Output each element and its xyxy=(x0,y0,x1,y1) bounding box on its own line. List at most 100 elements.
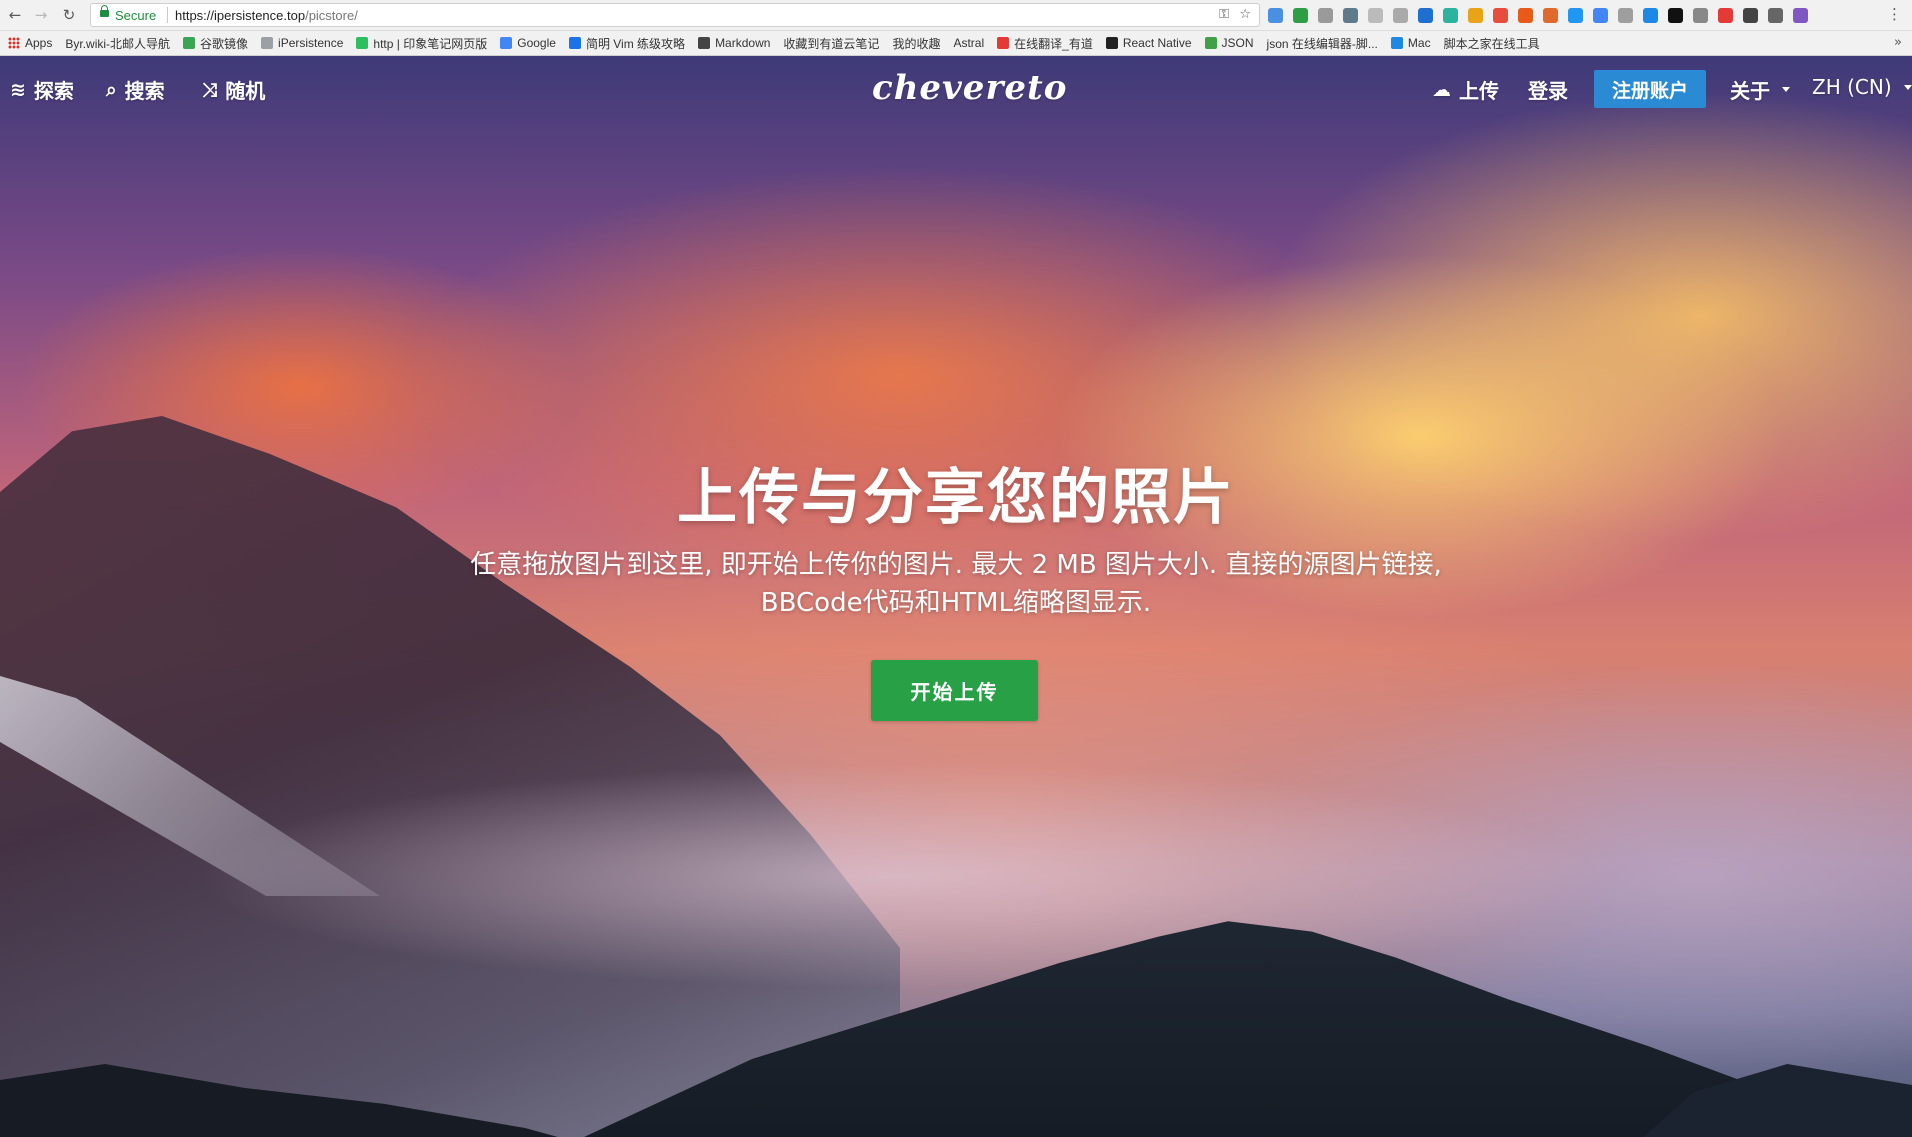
extension-icon[interactable] xyxy=(1618,7,1633,23)
extension-icon[interactable] xyxy=(1493,7,1508,23)
bookmark-label: Mac xyxy=(1407,36,1431,50)
bookmark-label: Apps xyxy=(25,36,53,50)
bookmark-item[interactable]: 简明 Vim 练级攻略 xyxy=(568,35,685,52)
evernote-icon xyxy=(356,37,369,49)
nav-upload[interactable]: ☁ 上传 xyxy=(1432,75,1499,104)
youdao-icon xyxy=(997,37,1010,49)
chevron-down-icon xyxy=(1782,87,1790,92)
extensions-strip xyxy=(1268,6,1868,24)
layers-icon: ≋ xyxy=(10,78,26,101)
react-icon xyxy=(1105,37,1118,49)
extension-icon[interactable] xyxy=(1793,7,1808,23)
bookmark-star-icon[interactable]: ☆ xyxy=(1239,7,1251,22)
book-icon xyxy=(698,37,711,49)
hero-description: 任意拖放图片到这里, 即开始上传你的图片. 最大 2 MB 图片大小. 直接的源… xyxy=(470,550,1442,618)
bookmark-label: 谷歌镜像 xyxy=(200,36,249,51)
extension-icon[interactable] xyxy=(1318,7,1333,23)
hero-title: 上传与分享您的照片 xyxy=(677,463,1235,533)
extension-icon[interactable] xyxy=(1468,7,1483,23)
bookmark-label: http | 印象笔记网页版 xyxy=(373,36,488,51)
start-upload-button[interactable]: 开始上传 xyxy=(871,660,1038,721)
json-icon xyxy=(1204,37,1217,49)
nav-login-label: 登录 xyxy=(1528,79,1568,103)
bookmark-item[interactable]: Apps xyxy=(8,36,52,50)
bookmark-label: Markdown xyxy=(715,36,771,50)
bookmark-item[interactable]: Mac xyxy=(1390,36,1431,50)
secure-label: Secure xyxy=(115,8,157,23)
language-label: ZH (CN) xyxy=(1812,75,1892,99)
bookmark-item[interactable]: 我的收趣 xyxy=(892,35,940,52)
bookmark-item[interactable]: 在线翻译_有道 xyxy=(997,35,1093,52)
bookmark-item[interactable]: iPersistence xyxy=(261,36,343,50)
shuffle-icon: ⤨ xyxy=(202,78,218,101)
url-text[interactable]: https://ipersistence.top/picstore/ xyxy=(175,8,358,23)
nav-explore[interactable]: ≋ 探索 xyxy=(10,75,74,104)
cloud-upload-icon: ☁ xyxy=(1432,78,1451,101)
extension-icon[interactable] xyxy=(1693,7,1708,23)
url-path: /picstore/ xyxy=(305,8,358,23)
bookmark-item[interactable]: JSON xyxy=(1204,36,1254,50)
nav-random-label: 随机 xyxy=(225,79,266,103)
site-top-bar: ≋ 探索 ⌕ 搜索 ⤨ 随机 chevereto ☁ 上传 登录 注册账户 关于… xyxy=(0,56,1912,122)
apps-grid-icon xyxy=(8,37,20,49)
bookmark-item[interactable]: json 在线编辑器-脚... xyxy=(1267,35,1378,52)
nav-explore-label: 探索 xyxy=(33,79,74,103)
extension-icon[interactable] xyxy=(1393,7,1408,23)
extension-icon[interactable] xyxy=(1768,7,1783,23)
extension-icon[interactable] xyxy=(1418,7,1433,23)
bookmarks-overflow-icon[interactable]: » xyxy=(1894,35,1902,50)
extension-icon[interactable] xyxy=(1518,7,1533,23)
bookmark-label: iPersistence xyxy=(278,36,344,50)
back-icon[interactable]: ← xyxy=(6,6,24,24)
bookmark-label: Google xyxy=(517,36,556,50)
nav-login[interactable]: 登录 xyxy=(1528,75,1568,104)
bookmark-item[interactable]: http | 印象笔记网页版 xyxy=(356,35,487,52)
bookmark-item[interactable]: 谷歌镜像 xyxy=(183,35,248,52)
leaf-icon xyxy=(183,37,196,49)
bookmark-item[interactable]: Markdown xyxy=(698,36,770,50)
nav-about[interactable]: 关于 xyxy=(1730,75,1790,104)
browser-toolbar: ← → ↻ Secure https://ipersistence.top/pi… xyxy=(0,0,1912,31)
signup-button[interactable]: 注册账户 xyxy=(1594,70,1706,108)
bookmark-item[interactable]: Byr.wiki-北邮人导航 xyxy=(65,35,170,52)
extension-icon[interactable] xyxy=(1293,7,1308,23)
bookmark-label: json 在线编辑器-脚... xyxy=(1266,36,1378,51)
bookmark-item[interactable]: Google xyxy=(500,36,556,50)
extension-icon[interactable] xyxy=(1568,7,1583,23)
key-icon[interactable]: ⚿ xyxy=(1219,7,1229,22)
chevron-down-icon xyxy=(1903,84,1912,90)
extension-icon[interactable] xyxy=(1368,7,1383,23)
site-logo[interactable]: chevereto xyxy=(872,68,1067,108)
bookmark-item[interactable]: 脚本之家在线工具 xyxy=(1444,35,1540,52)
extension-icon[interactable] xyxy=(1443,7,1458,23)
bookmark-label: React Native xyxy=(1122,36,1192,50)
extension-icon[interactable] xyxy=(1718,7,1733,23)
extension-icon[interactable] xyxy=(1343,7,1358,23)
bookmark-label: 在线翻译_有道 xyxy=(1014,36,1093,51)
address-bar[interactable]: Secure https://ipersistence.top/picstore… xyxy=(90,3,1260,27)
extension-icon[interactable] xyxy=(1643,7,1658,23)
folder-icon xyxy=(261,37,274,49)
reload-icon[interactable]: ↻ xyxy=(60,6,78,24)
extension-icon[interactable] xyxy=(1743,7,1758,23)
nav-random[interactable]: ⤨ 随机 xyxy=(202,75,265,104)
bookmark-item[interactable]: React Native xyxy=(1105,36,1192,50)
forward-icon[interactable]: → xyxy=(32,6,50,24)
divider xyxy=(167,7,168,23)
nav-about-label: 关于 xyxy=(1730,79,1770,103)
search-icon: ⌕ xyxy=(106,78,117,101)
extension-icon[interactable] xyxy=(1593,7,1608,23)
bookmark-label: 脚本之家在线工具 xyxy=(1443,36,1540,51)
browser-menu-icon[interactable]: ⋮ xyxy=(1887,5,1902,23)
extension-icon[interactable] xyxy=(1668,7,1683,23)
url-host: https://ipersistence.top xyxy=(175,8,306,23)
bookmark-item[interactable]: Astral xyxy=(953,36,984,50)
bookmark-item[interactable]: 收藏到有道云笔记 xyxy=(783,35,879,52)
bookmark-label: Astral xyxy=(953,36,985,50)
nav-search[interactable]: ⌕ 搜索 xyxy=(106,75,165,104)
bookmark-label: Byr.wiki-北邮人导航 xyxy=(65,36,171,51)
coolshell-icon xyxy=(568,37,581,49)
extension-icon[interactable] xyxy=(1543,7,1558,23)
language-selector[interactable]: ZH (CN) xyxy=(1812,75,1912,99)
extension-icon[interactable] xyxy=(1268,7,1283,23)
